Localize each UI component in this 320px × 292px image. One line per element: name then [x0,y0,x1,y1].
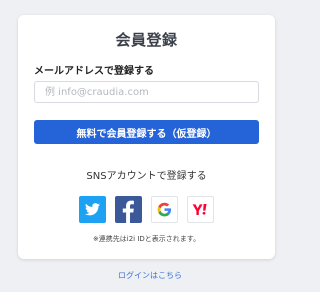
sns-note: ※連携先はi2i IDと表示されます。 [92,235,201,243]
twitter-icon [85,203,100,216]
email-input[interactable] [34,81,259,103]
facebook-icon [122,200,134,223]
google-login-button[interactable] [151,196,178,223]
yahoo-login-button[interactable] [187,196,214,223]
register-button[interactable]: 無料で会員登録する（仮登録） [34,120,259,144]
twitter-login-button[interactable] [79,196,106,223]
facebook-login-button[interactable] [115,196,142,223]
sns-register-label: SNSアカウントで登録する [86,171,207,182]
sns-buttons [18,196,275,224]
google-icon [157,202,172,217]
registration-card: 会員登録 メールアドレスで登録する 無料で会員登録する（仮登録） SNSアカウン… [18,15,275,259]
login-link[interactable]: ログインはこちら [0,270,300,281]
email-register-label: メールアドレスで登録する [34,66,154,77]
yahoo-icon [192,203,207,216]
page-title: 会員登録 [115,31,178,49]
